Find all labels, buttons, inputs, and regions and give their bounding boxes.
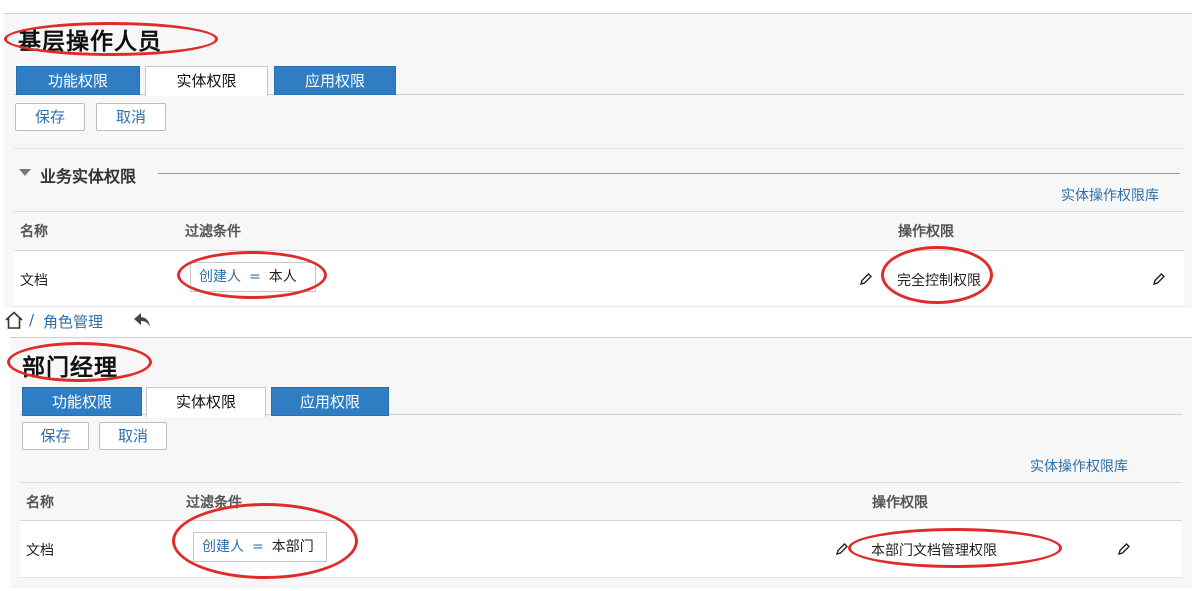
edit-filter-pencil-icon[interactable] — [859, 272, 873, 286]
section-title: 业务实体权限 — [40, 167, 137, 186]
column-header-name: 名称 — [20, 224, 48, 240]
table-header-top-2 — [20, 482, 1182, 483]
filter-condition-box-2[interactable]: 创建人 = 本部门 — [193, 532, 327, 562]
save-button[interactable]: 保存 — [15, 103, 85, 131]
tab-app-permissions-2[interactable]: 应用权限 — [271, 387, 389, 416]
tab-function-permissions-2[interactable]: 功能权限 — [22, 387, 142, 416]
tab-function-permissions[interactable]: 功能权限 — [16, 66, 140, 95]
section-title-rule — [158, 173, 1180, 174]
filter-condition-box[interactable]: 创建人 = 本人 — [190, 262, 316, 292]
column-header-name-2: 名称 — [26, 495, 54, 511]
row-name-2: 文档 — [26, 543, 54, 559]
edit-permission-pencil-icon[interactable] — [1152, 272, 1166, 286]
filter-field: 创建人 — [199, 269, 241, 285]
row-permission: 完全控制权限 — [897, 273, 981, 289]
entity-permission-library-link[interactable]: 实体操作权限库 — [1061, 185, 1159, 205]
column-header-permission: 操作权限 — [898, 224, 954, 240]
table-header-top — [14, 211, 1184, 212]
panel-top-border — [4, 13, 1192, 14]
filter-value-2: 本部门 — [271, 539, 314, 555]
tab-app-permissions[interactable]: 应用权限 — [274, 66, 396, 95]
tab-entity-permissions[interactable]: 实体权限 — [145, 66, 268, 96]
column-header-filter-2: 过滤条件 — [186, 495, 242, 511]
edit-permission-pencil-icon-2[interactable] — [1117, 542, 1131, 556]
collapse-triangle-icon[interactable] — [19, 169, 31, 176]
home-icon[interactable] — [4, 310, 24, 330]
column-header-permission-2: 操作权限 — [872, 495, 928, 511]
toolbar-divider — [14, 148, 1184, 149]
filter-value: 本人 — [268, 269, 297, 285]
breadcrumb-separator: / — [29, 311, 35, 329]
tab-entity-permissions-2[interactable]: 实体权限 — [146, 387, 266, 417]
filter-operator: = — [249, 269, 261, 285]
cancel-button[interactable]: 取消 — [96, 103, 166, 131]
save-button-2[interactable]: 保存 — [22, 422, 89, 450]
row-name: 文档 — [20, 273, 48, 289]
cancel-button-2[interactable]: 取消 — [99, 422, 167, 450]
row-permission-2: 本部门文档管理权限 — [871, 543, 997, 559]
column-header-filter: 过滤条件 — [185, 224, 241, 240]
breadcrumb-role-management[interactable]: 角色管理 — [43, 311, 103, 332]
back-arrow-icon[interactable] — [132, 310, 152, 330]
edit-filter-pencil-icon-2[interactable] — [835, 542, 849, 556]
filter-field-2: 创建人 — [202, 539, 244, 555]
page-title-2: 部门经理 — [22, 355, 118, 381]
entity-permission-library-link-2[interactable]: 实体操作权限库 — [1030, 456, 1128, 476]
filter-operator-2: = — [252, 539, 264, 555]
page-title: 基层操作人员 — [18, 29, 162, 55]
panel2-top-border — [10, 337, 1192, 338]
